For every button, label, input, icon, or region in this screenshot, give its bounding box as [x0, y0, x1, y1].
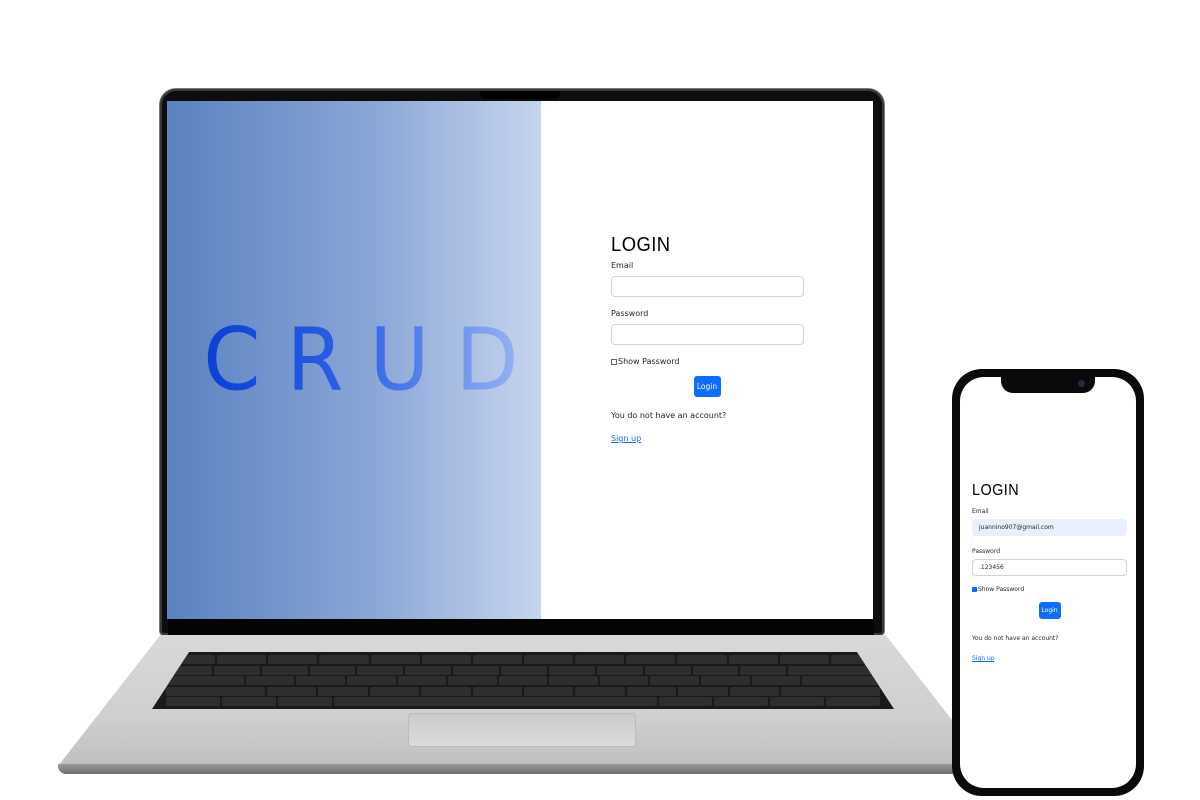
login-title: LOGIN: [611, 234, 671, 256]
phone-show-password-row: Show Password: [972, 586, 1127, 593]
password-input[interactable]: [611, 324, 804, 345]
phone-show-password-checkbox[interactable]: [972, 587, 977, 592]
phone-login-form: LOGIN Email Password Show Password Login…: [972, 482, 1127, 664]
login-panel: LOGIN Email Password Show Password Login…: [541, 101, 873, 619]
show-password-label: Show Password: [618, 357, 680, 366]
phone-camera-icon: [1078, 380, 1085, 387]
phone-email-label: Email: [972, 508, 989, 515]
password-label: Password: [611, 309, 649, 318]
signup-link[interactable]: Sign up: [611, 434, 641, 443]
laptop-screen: CRUD LOGIN Email Password Show Password …: [167, 101, 873, 619]
show-password-checkbox[interactable]: [611, 358, 617, 365]
laptop-keyboard: [152, 652, 894, 709]
phone-no-account-text: You do not have an account?: [972, 635, 1059, 642]
show-password-row: Show Password: [611, 357, 803, 366]
phone-password-input[interactable]: [972, 559, 1127, 576]
phone-login-button[interactable]: Login: [1038, 602, 1061, 619]
phone-login-title: LOGIN: [972, 482, 1020, 499]
email-label: Email: [611, 261, 634, 270]
no-account-text: You do not have an account?: [611, 411, 727, 420]
phone-show-password-label: Show Password: [978, 586, 1025, 593]
hero-title: CRUD: [203, 310, 545, 410]
laptop-camera-notch: [480, 91, 560, 99]
email-input[interactable]: [611, 276, 804, 297]
laptop-hinge: [168, 619, 874, 635]
phone-password-label: Password: [972, 548, 1001, 555]
phone-email-input[interactable]: [972, 519, 1127, 536]
login-button[interactable]: Login: [693, 376, 721, 397]
laptop-front-edge: [58, 764, 988, 774]
laptop-touchpad: [408, 713, 636, 747]
login-form: LOGIN Email Password Show Password Login…: [611, 234, 804, 445]
phone-screen: LOGIN Email Password Show Password Login…: [960, 377, 1136, 788]
phone-signup-link[interactable]: Sign up: [972, 655, 995, 662]
hero-panel: CRUD: [167, 101, 541, 619]
